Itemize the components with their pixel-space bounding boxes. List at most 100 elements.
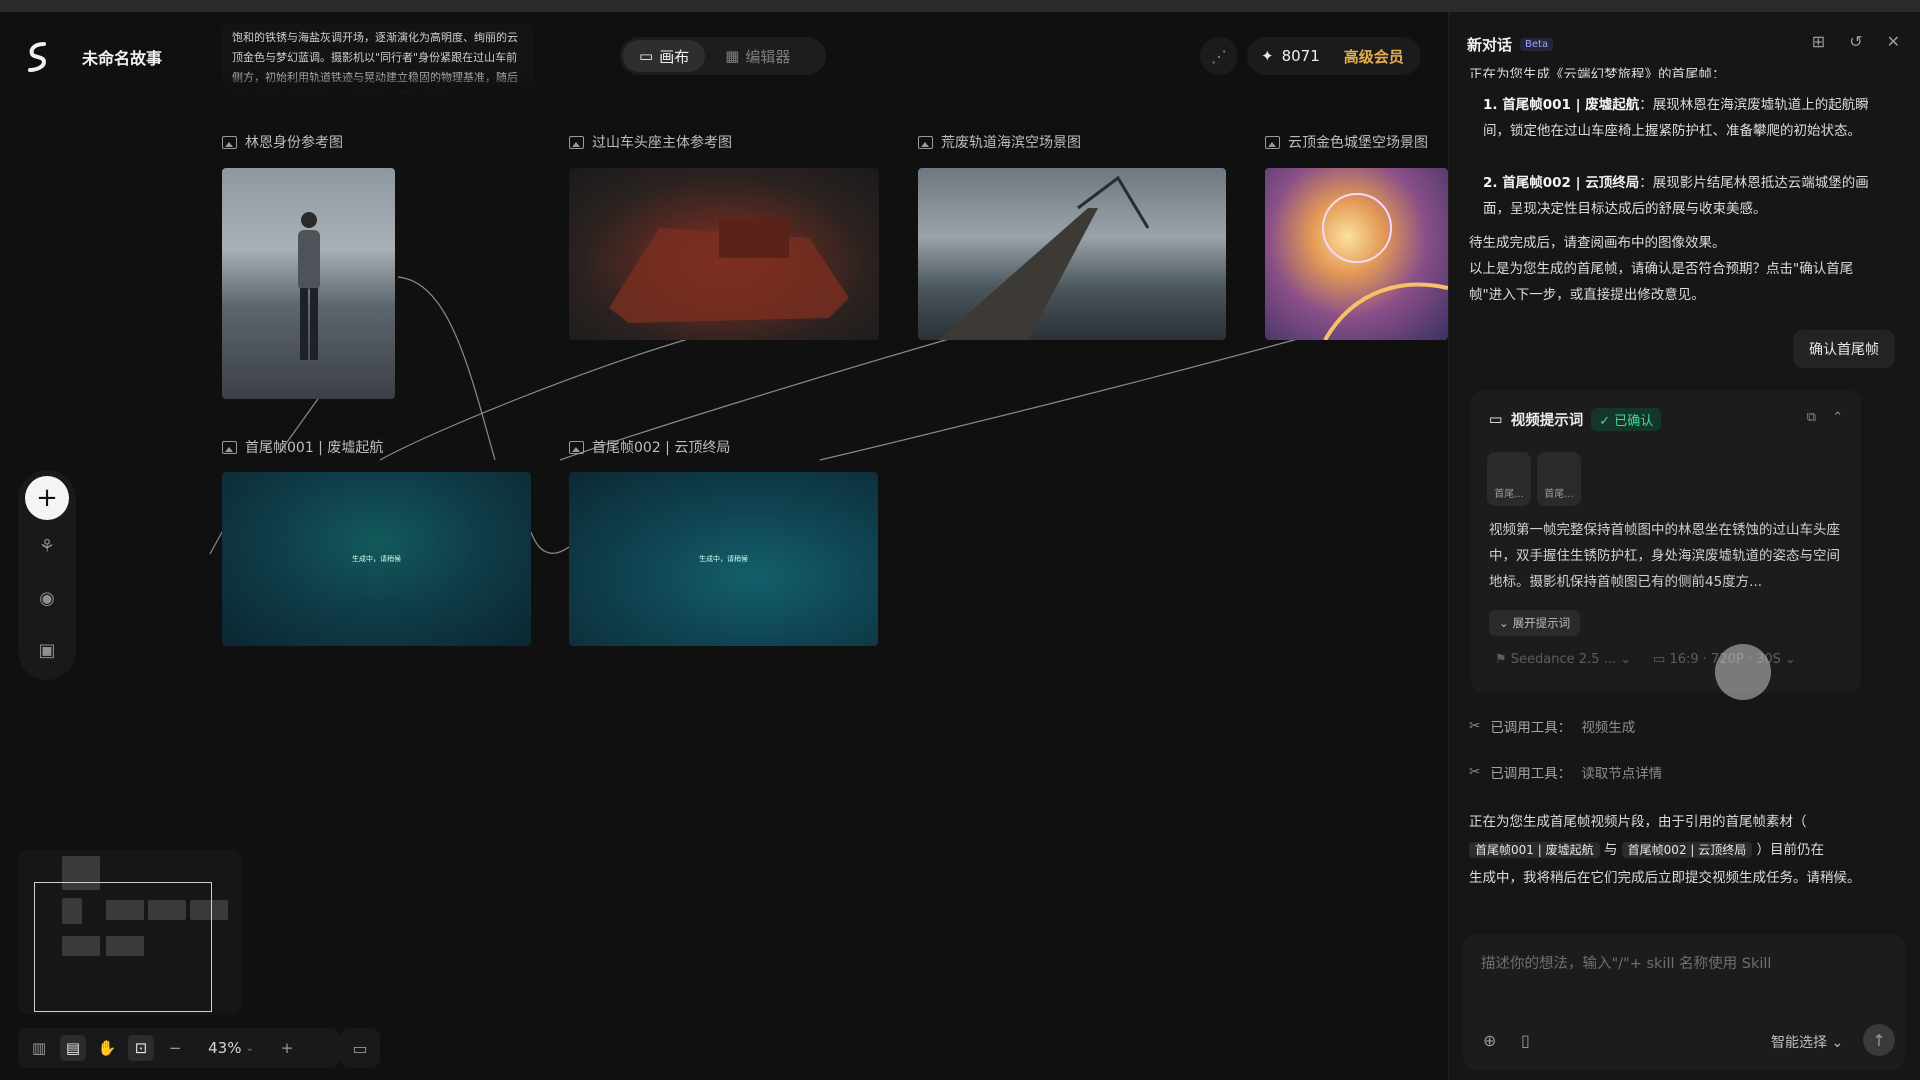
final-pre: 正在为您生成首尾帧视频片段，由于引用的首尾帧素材（ xyxy=(1469,814,1807,830)
comment-button[interactable]: ▭ xyxy=(340,1028,380,1068)
image-node-ref2[interactable] xyxy=(569,168,879,340)
zoom-select[interactable]: 43% ⌄ xyxy=(196,1039,266,1057)
canvas-area[interactable]: 未命名故事 饱和的铁锈与海盐灰调开场，逐渐演化为高明度、绚丽的云顶金色与梦幻蓝调… xyxy=(0,12,1448,1080)
zoom-level: 43% xyxy=(208,1039,242,1057)
story-title[interactable]: 未命名故事 xyxy=(82,45,162,69)
final-post: 生成中，我将稍后在它们完成后立即提交视频生成任务。请稍候。 xyxy=(1469,870,1861,886)
image-node-ref4[interactable] xyxy=(1265,168,1448,340)
bottom-toolbar: ▥ ▤ ✋ ⊡ − 43% ⌄ + xyxy=(18,1028,340,1068)
after-list-text: 待生成完成后，请查阅画布中的图像效果。 xyxy=(1469,235,1726,251)
node-title: 荒废轨道海滨空场景图 xyxy=(941,135,1081,151)
list-head: 2. 首尾帧002 | 云顶终局 xyxy=(1483,175,1640,191)
message-composer[interactable]: 描述你的想法，输入"/"+ skill 名称使用 Skill ⊕ ▯ 智能选择 … xyxy=(1463,934,1905,1070)
add-node-button[interactable]: + xyxy=(25,476,69,520)
close-icon[interactable]: ✕ xyxy=(1887,32,1900,51)
character-icon[interactable]: ◉ xyxy=(35,586,59,610)
frame-node-002[interactable]: 生成中，请稍候 xyxy=(569,472,878,646)
confirmed-badge: ✓ 已确认 xyxy=(1591,408,1662,431)
history-icon[interactable]: ↺ xyxy=(1849,32,1862,51)
left-toolbar: + ⚘ ◉ ▣ xyxy=(18,470,76,680)
map-icon[interactable]: ▤ xyxy=(60,1035,86,1061)
node-label-ref3: 荒废轨道海滨空场景图 xyxy=(918,132,1081,152)
clipboard-icon[interactable]: ▣ xyxy=(35,638,59,662)
node-label-frame2: 首尾帧002 | 云顶终局 xyxy=(569,437,730,457)
chevron-up-icon[interactable]: ⌃ xyxy=(1832,410,1843,425)
frame-list-item-1: 1. 首尾帧001 | 废墟起航：展现林恩在海滨废墟轨道上的起航瞬间，锁定他在过… xyxy=(1469,92,1879,144)
assets-icon[interactable]: ⚘ xyxy=(35,534,59,558)
image-icon xyxy=(1265,135,1280,149)
video-prompt-card: ▭ 视频提示词 ✓ 已确认 ⧉ ⌃ 首尾... 首尾... 视频第一帧完整保持首… xyxy=(1471,390,1861,700)
node-label-ref4: 云顶金色城堡空场景图 xyxy=(1265,132,1428,152)
new-chat-icon[interactable]: ⊞ xyxy=(1812,32,1825,51)
frame-chip-002[interactable]: 首尾帧002 | 云顶终局 xyxy=(1621,842,1753,858)
tool-icon: ✂ xyxy=(1469,764,1481,780)
final-mid: ）目前仍在 xyxy=(1756,842,1825,858)
tool-label: 已调用工具： xyxy=(1490,766,1572,782)
add-attachment-icon[interactable]: ⊕ xyxy=(1483,1031,1496,1050)
confirm-frames-button[interactable]: 确认首尾帧 xyxy=(1793,330,1895,368)
card-title-text: 视频提示词 xyxy=(1510,413,1584,429)
tab-canvas-label: 画布 xyxy=(659,47,690,66)
composer-placeholder[interactable]: 描述你的想法，输入"/"+ skill 名称使用 Skill xyxy=(1481,952,1771,973)
tool-icon: ✂ xyxy=(1469,718,1481,734)
node-title: 首尾帧001 | 废墟起航 xyxy=(245,440,384,456)
minimap[interactable] xyxy=(18,850,242,1015)
tool-call-2[interactable]: ✂ 已调用工具： 读取节点详情 xyxy=(1469,762,1662,782)
image-icon xyxy=(569,440,584,454)
frame-thumb-1[interactable]: 首尾... xyxy=(1487,452,1531,506)
copy-icon[interactable]: ⧉ xyxy=(1807,410,1816,425)
expand-prompt-button[interactable]: ⌄ 展开提示词 xyxy=(1489,610,1581,636)
list-head: 1. 首尾帧001 | 废墟起航 xyxy=(1483,97,1640,113)
edge-ref4-frame2 xyxy=(819,329,1331,461)
frame-chip-001[interactable]: 首尾帧001 | 废墟起航 xyxy=(1469,842,1600,858)
tab-editor[interactable]: ▦ 编辑器 xyxy=(709,40,806,72)
model-select[interactable]: ⚑ Seedance 2.5 ... ⌄ xyxy=(1495,652,1631,667)
chevron-down-icon: ⌄ xyxy=(1499,616,1509,630)
edge-frame1-left xyxy=(209,531,223,555)
edge-frame1-frame2 xyxy=(530,531,570,554)
model-label: Seedance 2.5 ... xyxy=(1510,652,1616,667)
credits-badge[interactable]: ✦ 8071 高级会员 xyxy=(1247,37,1421,75)
zoom-out-button[interactable]: − xyxy=(162,1035,188,1061)
view-switch: ▭ 画布 ▦ 编辑器 xyxy=(620,37,826,75)
chat-panel: 新对话 Beta ⊞ ↺ ✕ 正在为您生成《云端幻梦旅程》的首尾帧： 1. 首尾… xyxy=(1448,12,1920,1080)
node-label-ref2: 过山车头座主体参考图 xyxy=(569,132,732,152)
share-button[interactable]: ⋰ xyxy=(1200,37,1238,75)
select-icon[interactable]: ⊡ xyxy=(128,1035,154,1061)
minimap-viewport[interactable] xyxy=(34,882,212,1012)
frame-node-001[interactable]: 生成中，请稍候 xyxy=(222,472,531,646)
window-top-strip xyxy=(0,0,1920,12)
credits-count: 8071 xyxy=(1281,47,1320,65)
frame-thumb-2[interactable]: 首尾... xyxy=(1537,452,1581,506)
tool-call-1[interactable]: ✂ 已调用工具： 视频生成 xyxy=(1469,716,1635,736)
image-icon xyxy=(222,440,237,454)
node-label-frame1: 首尾帧001 | 废墟起航 xyxy=(222,437,383,457)
card-actions: ⧉ ⌃ xyxy=(1807,410,1843,425)
arrow-up-icon: ↑ xyxy=(1872,1030,1886,1050)
coaster-car-shape xyxy=(609,218,849,323)
node-title: 首尾帧002 | 云顶终局 xyxy=(592,440,731,456)
editor-icon: ▦ xyxy=(725,47,740,65)
vip-label[interactable]: 高级会员 xyxy=(1344,46,1404,67)
app-logo-icon xyxy=(28,42,47,72)
book-icon[interactable]: ▯ xyxy=(1521,1031,1530,1050)
node-label-ref1: 林恩身份参考图 xyxy=(222,132,343,152)
send-button[interactable]: ↑ xyxy=(1863,1024,1895,1056)
track-shape xyxy=(938,175,1150,340)
layout-icon[interactable]: ▥ xyxy=(26,1035,52,1061)
smart-select-label: 智能选择 xyxy=(1771,1035,1827,1051)
tab-editor-label: 编辑器 xyxy=(745,47,791,66)
generating-status: 生成中，请稍候 xyxy=(352,555,401,563)
canvas-icon: ▭ xyxy=(639,47,654,65)
chat-title: 新对话 Beta xyxy=(1467,34,1554,55)
tab-canvas[interactable]: ▭ 画布 xyxy=(623,40,706,72)
smart-select-dropdown[interactable]: 智能选择 ⌄ xyxy=(1771,1032,1843,1052)
image-node-ref1[interactable] xyxy=(222,168,395,399)
hand-icon[interactable]: ✋ xyxy=(94,1035,120,1061)
confirm-question: 以上是为您生成的首尾帧，请确认是否符合预期？点击"确认首尾帧"进入下一步，或直接… xyxy=(1469,261,1854,303)
zoom-in-button[interactable]: + xyxy=(274,1035,300,1061)
image-node-ref3[interactable] xyxy=(918,168,1226,340)
comment-icon: ▭ xyxy=(352,1038,368,1058)
conjunction: 与 xyxy=(1603,842,1618,858)
chevron-down-icon: ⌄ xyxy=(245,1042,254,1054)
